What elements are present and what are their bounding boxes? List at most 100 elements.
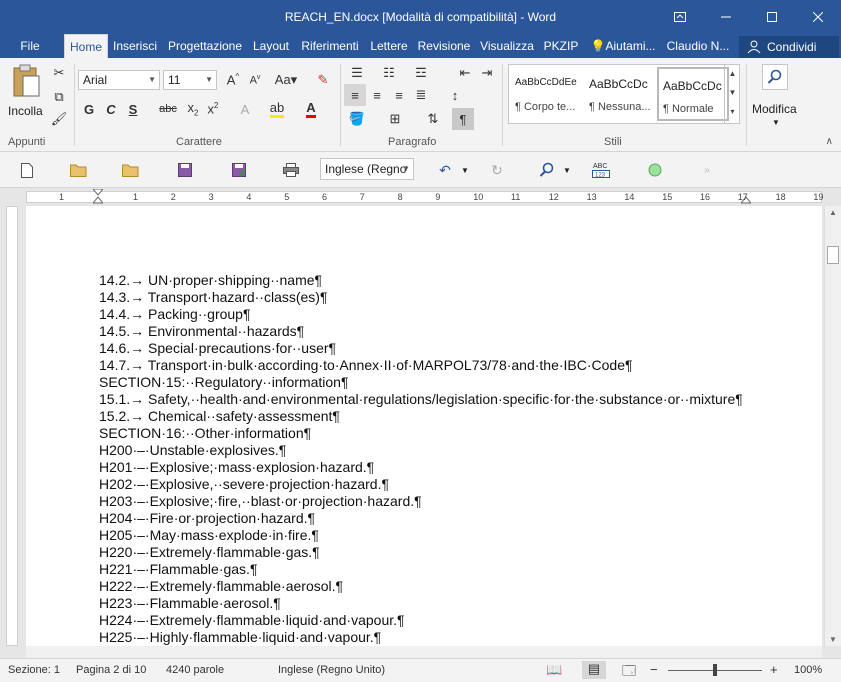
horizontal-scrollbar[interactable] <box>26 646 822 658</box>
document-line[interactable]: 14.7.→ Transport·in·bulk·according·to·An… <box>99 357 633 373</box>
zoom-slider-thumb[interactable] <box>713 664 717 676</box>
indent-marker-icon[interactable] <box>93 189 103 205</box>
zoom-in-button[interactable]: + <box>770 662 778 677</box>
shading-button[interactable]: 🪣 <box>346 108 368 130</box>
tab-review[interactable]: Revisione <box>414 34 474 58</box>
font-size-combo[interactable]: 11 ▼ <box>163 70 217 90</box>
editing-button[interactable]: Modifica ▼ <box>752 62 802 132</box>
multilevel-list-button[interactable]: ☲ <box>410 62 432 84</box>
align-right-button[interactable]: ≡ <box>388 84 410 106</box>
share-button[interactable]: Condividi <box>739 36 839 58</box>
document-line[interactable]: H202·–·Explosive,··severe·projection·haz… <box>99 476 389 492</box>
increase-indent-button[interactable]: ⇥ <box>476 62 498 84</box>
close-button[interactable] <box>795 0 841 34</box>
show-formatting-button[interactable]: ¶ <box>452 108 474 130</box>
web-layout-button[interactable]: 🗔 <box>622 662 636 682</box>
document-line[interactable]: H205·–·May·mass·explode·in·fire.¶ <box>99 527 319 543</box>
open-button[interactable] <box>68 160 90 180</box>
shrink-font-button[interactable]: Av <box>244 69 266 91</box>
redo-button[interactable]: ↻ <box>486 160 508 180</box>
document-line[interactable]: SECTION·16:··Other·information¶ <box>99 425 311 441</box>
borders-button[interactable]: ⊞ <box>384 108 406 130</box>
section-indicator[interactable]: Sezione: 1 <box>8 664 60 676</box>
superscript-button[interactable]: x2 <box>202 98 224 120</box>
more-commands-button[interactable]: » <box>696 160 718 180</box>
bold-button[interactable]: G <box>78 98 100 120</box>
document-line[interactable]: 14.4.→ Packing··group¶ <box>99 306 250 322</box>
new-document-button[interactable] <box>16 160 38 180</box>
language-indicator[interactable]: Inglese (Regno Unito) <box>278 664 385 676</box>
document-line[interactable]: 15.2.→ Chemical··safety·assessment¶ <box>99 408 340 424</box>
underline-button[interactable]: S <box>122 98 144 120</box>
align-left-button[interactable]: ≡ <box>344 84 366 106</box>
maximize-button[interactable] <box>749 0 795 34</box>
open-folder-button[interactable] <box>120 160 142 180</box>
document-line[interactable]: 14.6.→ Special·precautions·for··user¶ <box>99 340 336 356</box>
tab-tell-me[interactable]: 💡Aiutami... <box>586 34 660 58</box>
scroll-thumb[interactable] <box>827 246 839 264</box>
document-line[interactable]: H204·–·Fire·or·projection·hazard.¶ <box>99 510 315 526</box>
save-as-button[interactable] <box>228 160 250 180</box>
tab-design[interactable]: Progettazione <box>164 34 246 58</box>
document-line[interactable]: H223·–·Flammable·aerosol.¶ <box>99 595 281 611</box>
document-line[interactable]: H220·–·Extremely·flammable·gas.¶ <box>99 544 320 560</box>
tab-layout[interactable]: Layout <box>249 34 293 58</box>
document-line[interactable]: H201·–·Explosive;·mass·explosion·hazard.… <box>99 459 374 475</box>
vertical-scrollbar[interactable]: ▲ ▼ <box>824 206 841 646</box>
minimize-button[interactable] <box>703 0 749 34</box>
chevron-up-icon[interactable]: ▲ <box>829 208 837 217</box>
tab-home[interactable]: Home <box>64 34 108 58</box>
tab-file[interactable]: File <box>10 34 50 58</box>
document-line[interactable]: 14.3.→ Transport·hazard··class(es)¶ <box>99 289 327 305</box>
collapse-ribbon-button[interactable]: ∧ <box>826 136 833 147</box>
copy-button[interactable]: ⧉ <box>48 86 70 108</box>
subscript-button[interactable]: x2 <box>182 98 204 120</box>
paste-button[interactable]: Incolla <box>8 64 44 128</box>
print-button[interactable] <box>280 160 302 180</box>
record-button[interactable] <box>644 160 666 180</box>
save-button[interactable] <box>174 160 196 180</box>
tab-references[interactable]: Riferimenti <box>296 34 364 58</box>
language-combo[interactable]: Inglese (Regno ▼ <box>320 158 414 180</box>
document-line[interactable]: H222·–·Extremely·flammable·aerosol.¶ <box>99 578 343 594</box>
document-line[interactable]: H225·–·Highly·flammable·liquid·and·vapou… <box>99 629 381 645</box>
document-line[interactable]: 15.1.→ Safety,··health·and·environmental… <box>99 391 743 407</box>
numbering-button[interactable]: ☷ <box>378 62 400 84</box>
tab-pkzip[interactable]: PKZIP <box>540 34 582 58</box>
document-line[interactable]: H224·–·Extremely·flammable·liquid·and·va… <box>99 612 405 628</box>
document-page[interactable]: 14.2.→ UN·proper·shipping··name¶ 14.3.→ T… <box>26 206 822 646</box>
spelling-button[interactable]: ABC 123 <box>590 160 612 180</box>
zoom-out-button[interactable]: − <box>650 662 658 677</box>
style-no-spacing[interactable]: AaBbCcDc ¶ Nessuna... <box>585 67 657 121</box>
document-line[interactable]: H200·–·Unstable·explosives.¶ <box>99 442 286 458</box>
bullets-button[interactable]: ☰ <box>346 62 368 84</box>
text-effects-button[interactable]: A <box>234 98 256 120</box>
page-indicator[interactable]: Pagina 2 di 10 <box>76 664 146 676</box>
style-body-text[interactable]: AaBbCcDdEe ¶ Corpo te... <box>511 67 583 121</box>
read-mode-button[interactable]: 📖 <box>546 662 562 678</box>
document-line[interactable]: H203·–·Explosive;·fire,··blast·or·projec… <box>99 493 422 509</box>
grow-font-button[interactable]: A^ <box>222 69 244 91</box>
align-center-button[interactable]: ≡ <box>366 84 388 106</box>
style-normal[interactable]: AaBbCcDc ¶ Normale <box>657 67 729 121</box>
tab-insert[interactable]: Inserisci <box>110 34 160 58</box>
chevron-down-icon[interactable]: ▼ <box>829 635 837 644</box>
ribbon-display-options-button[interactable] <box>657 0 703 34</box>
undo-dropdown[interactable]: ▼ <box>454 160 476 180</box>
line-spacing-button[interactable]: ↕ <box>444 84 466 106</box>
find-dropdown[interactable]: ▼ <box>556 160 578 180</box>
format-painter-button[interactable]: 🖌 <box>48 108 70 130</box>
print-layout-button[interactable]: ▤ <box>582 661 606 679</box>
document-line[interactable]: SECTION·15:··Regulatory··information¶ <box>99 374 348 390</box>
change-case-button[interactable]: Aa▾ <box>272 69 300 91</box>
document-line[interactable]: H221·–·Flammable·gas.¶ <box>99 561 257 577</box>
word-count[interactable]: 4240 parole <box>166 664 224 676</box>
clear-formatting-button[interactable]: ✎ <box>312 69 334 91</box>
document-line[interactable]: 14.2.→ UN·proper·shipping··name¶ <box>99 272 322 288</box>
zoom-level[interactable]: 100% <box>794 664 822 676</box>
tab-mailings[interactable]: Lettere <box>367 34 411 58</box>
undo-button[interactable]: ↶ <box>434 160 456 180</box>
highlight-button[interactable]: ab <box>266 98 288 120</box>
italic-button[interactable]: C <box>100 98 122 120</box>
tab-view[interactable]: Visualizza <box>477 34 537 58</box>
